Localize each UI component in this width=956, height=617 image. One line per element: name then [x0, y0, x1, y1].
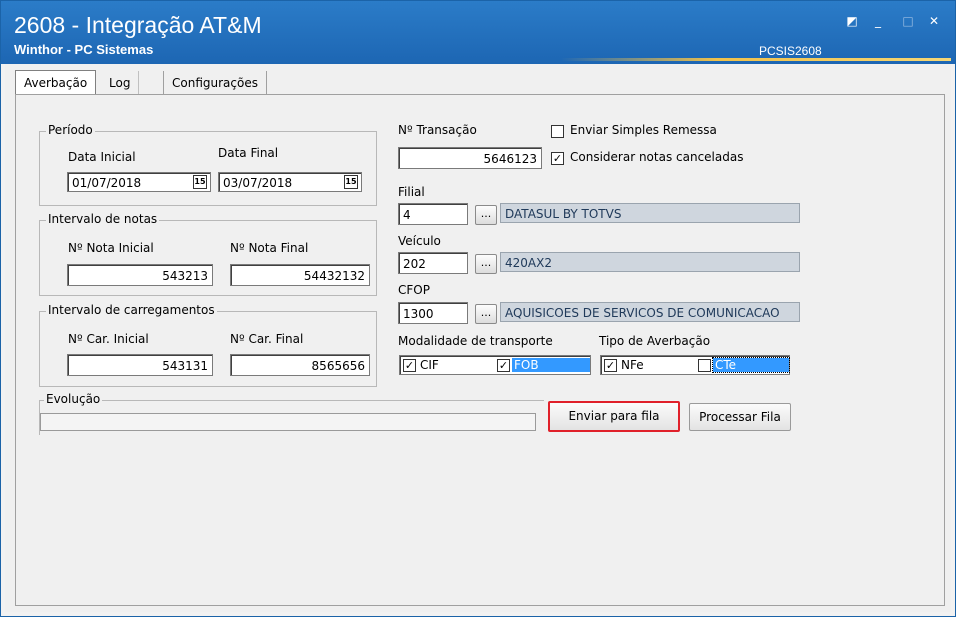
check-icon: ✓: [605, 359, 616, 372]
tab-averbacao[interactable]: Averbação: [15, 70, 97, 96]
cfop-lookup-button[interactable]: ...: [475, 304, 497, 324]
veiculo-desc-field: 420AX2: [500, 252, 800, 272]
maximize-icon[interactable]: □: [899, 12, 917, 30]
nota-final-field[interactable]: 54432132: [230, 264, 370, 286]
window-title: 2608 - Integração AT&M: [14, 12, 262, 38]
considerar-canceladas-label: Considerar notas canceladas: [570, 150, 744, 164]
periodo-title: Período: [46, 123, 95, 137]
data-inicial-label: Data Inicial: [68, 150, 136, 164]
considerar-canceladas-checkbox[interactable]: ✓: [551, 152, 564, 165]
cif-label: CIF: [420, 358, 439, 372]
program-code: PCSIS2608: [759, 44, 822, 58]
check-icon: ✓: [498, 359, 509, 372]
minimize-icon[interactable]: _: [869, 12, 887, 30]
car-final-field[interactable]: 8565656: [230, 354, 370, 376]
filial-lookup-button[interactable]: ...: [475, 205, 497, 225]
enviar-simples-remessa-label: Enviar Simples Remessa: [570, 123, 717, 137]
fob-checkbox[interactable]: ✓: [497, 359, 510, 372]
nota-final-label: Nº Nota Final: [230, 241, 309, 255]
evolucao-progress-bar: [40, 413, 536, 431]
car-inicial-field[interactable]: 543131: [67, 354, 213, 376]
cfop-desc-field: AQUISICOES DE SERVICOS DE COMUNICACAO: [500, 302, 800, 322]
evolucao-title: Evolução: [44, 392, 103, 406]
notas-title: Intervalo de notas: [46, 212, 160, 226]
cfop-label: CFOP: [398, 283, 430, 297]
cte-checkbox[interactable]: [698, 359, 711, 372]
window-subtitle: Winthor - PC Sistemas: [14, 42, 154, 57]
calendar-icon[interactable]: 15: [193, 175, 207, 189]
tab-panel-averbacao: Período Data Inicial Data Final 01/07/20…: [15, 94, 945, 606]
car-final-label: Nº Car. Final: [230, 332, 304, 346]
transacao-label: Nº Transação: [398, 123, 477, 137]
filial-desc-field: DATASUL BY TOTVS: [500, 203, 800, 223]
fob-label: FOB: [512, 358, 590, 372]
data-final-label: Data Final: [218, 146, 279, 160]
periodo-group: Período Data Inicial Data Final 01/07/20…: [39, 123, 377, 206]
nfe-label: NFe: [621, 358, 644, 372]
check-icon: ✓: [552, 152, 563, 165]
car-inicial-label: Nº Car. Inicial: [68, 332, 149, 346]
cte-label: CTe: [712, 357, 790, 373]
nota-inicial-field[interactable]: 543213: [67, 264, 213, 286]
data-final-field[interactable]: 03/07/2018 15: [218, 172, 362, 192]
tipo-averbacao-label: Tipo de Averbação: [599, 334, 711, 348]
nota-inicial-label: Nº Nota Inicial: [68, 241, 154, 255]
processar-fila-button[interactable]: Processar Fila: [689, 403, 791, 431]
title-accent-line: [561, 58, 951, 61]
tab-configuracoes[interactable]: Configurações: [163, 71, 267, 95]
cfop-code-field[interactable]: 1300: [398, 302, 468, 324]
carregamentos-group: Intervalo de carregamentos Nº Car. Inici…: [39, 303, 377, 387]
veiculo-lookup-button[interactable]: ...: [475, 254, 497, 274]
title-bar[interactable]: 2608 - Integração AT&M Winthor - PC Sist…: [1, 1, 955, 64]
check-icon: ✓: [404, 359, 415, 372]
transacao-field[interactable]: 5646123: [398, 147, 542, 169]
app-window: 2608 - Integração AT&M Winthor - PC Sist…: [0, 0, 956, 617]
tipo-averbacao-list: ✓ NFe CTe: [600, 355, 790, 375]
veiculo-code-field[interactable]: 202: [398, 252, 468, 274]
close-icon[interactable]: ✕: [925, 12, 943, 30]
modalidade-list: ✓ CIF ✓ FOB: [399, 355, 591, 375]
veiculo-label: Veículo: [398, 234, 441, 248]
cif-checkbox[interactable]: ✓: [403, 359, 416, 372]
calendar-icon[interactable]: 15: [344, 175, 358, 189]
client-area: Averbação Log Configurações Período Data…: [5, 64, 951, 612]
data-inicial-field[interactable]: 01/07/2018 15: [67, 172, 211, 192]
restore-icon[interactable]: ◩: [843, 12, 861, 30]
data-final-value: 03/07/2018: [223, 176, 293, 190]
notas-group: Intervalo de notas Nº Nota Inicial Nº No…: [39, 212, 377, 296]
filial-code-field[interactable]: 4: [398, 203, 468, 225]
filial-label: Filial: [398, 185, 425, 199]
enviar-para-fila-button[interactable]: Enviar para fila: [548, 401, 680, 432]
carregamentos-title: Intervalo de carregamentos: [46, 303, 217, 317]
tab-log[interactable]: Log: [101, 71, 140, 95]
nfe-checkbox[interactable]: ✓: [604, 359, 617, 372]
modalidade-label: Modalidade de transporte: [398, 334, 553, 348]
data-inicial-value: 01/07/2018: [72, 176, 142, 190]
enviar-simples-remessa-checkbox[interactable]: [551, 125, 564, 138]
